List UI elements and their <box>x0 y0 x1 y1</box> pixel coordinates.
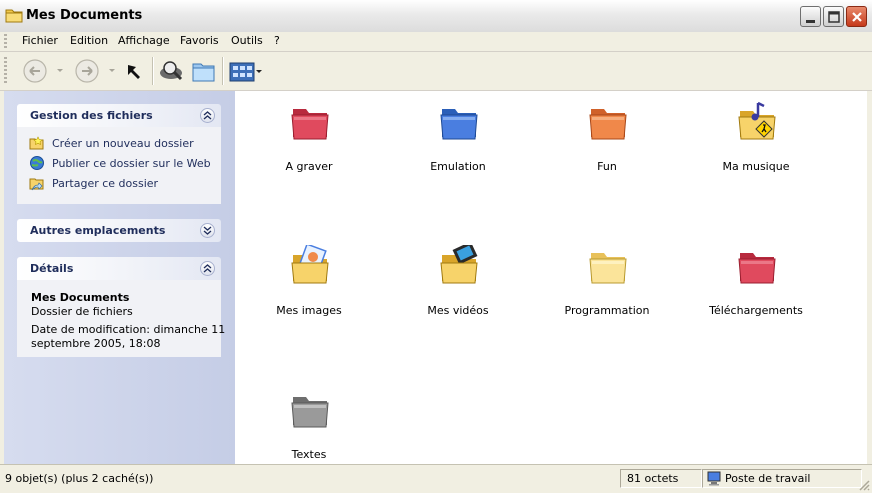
folder-ma-musique[interactable]: Ma musique <box>686 101 826 181</box>
back-icon[interactable] <box>22 57 68 85</box>
menu-affichage[interactable]: Affichage <box>118 34 170 47</box>
folder-label: Ma musique <box>722 160 790 173</box>
views-icon[interactable] <box>228 57 264 85</box>
menu-edition[interactable]: Edition <box>70 34 108 47</box>
menu-grip[interactable] <box>4 34 7 49</box>
folder-emulation[interactable]: Emulation <box>388 101 528 181</box>
task-pane: Gestion des fichiers Créer un nouveau do… <box>4 91 235 464</box>
status-location: Poste de travail <box>725 472 811 485</box>
folder-label: Mes vidéos <box>427 304 489 317</box>
minimize-icon <box>806 20 815 23</box>
chevron-up-icon <box>203 111 212 120</box>
folder-telechargements[interactable]: Téléchargements <box>686 245 826 325</box>
file-tasks-panel: Gestion des fichiers Créer un nouveau do… <box>17 104 221 204</box>
minimize-button[interactable] <box>800 6 821 27</box>
folder-red-icon <box>291 109 329 140</box>
toolbar-grip[interactable] <box>4 57 7 85</box>
maximize-icon <box>828 11 840 23</box>
folder-textes[interactable]: Textes <box>239 389 379 469</box>
forward-icon[interactable] <box>74 57 120 85</box>
menu-favoris[interactable]: Favoris <box>180 34 219 47</box>
menu-fichier[interactable]: Fichier <box>22 34 58 47</box>
folder-label: Emulation <box>430 160 486 173</box>
window-title: Mes Documents <box>26 8 143 23</box>
status-size-cell: 81 octets <box>620 469 702 488</box>
create-folder-label: Créer un nouveau dossier <box>52 137 194 150</box>
details-modified: Date de modification: dimanche 11 <box>31 323 226 336</box>
status-location-cell: Poste de travail <box>702 469 862 488</box>
folder-mes-videos[interactable]: Mes vidéos <box>388 245 528 325</box>
folder-red-icon <box>738 253 776 284</box>
details-name: Mes Documents <box>31 291 130 304</box>
folder-blue-icon <box>440 109 478 140</box>
folder-programmation[interactable]: Programmation <box>537 245 677 325</box>
folders-icon[interactable] <box>190 57 218 85</box>
music-folder-icon <box>738 101 776 140</box>
other-places-panel: Autres emplacements <box>17 219 221 242</box>
file-tasks-header[interactable]: Gestion des fichiers <box>17 104 221 127</box>
details-modified-date: septembre 2005, 18:08 <box>31 337 161 350</box>
folder-a-graver[interactable]: A graver <box>239 101 379 181</box>
chevron-up-icon <box>203 264 212 273</box>
menu-outils[interactable]: Outils <box>231 34 263 47</box>
folder-view[interactable]: A graver Emulation Fun Ma musique Mes im… <box>235 91 867 464</box>
folder-label: Programmation <box>564 304 650 317</box>
resize-grip-icon[interactable] <box>858 479 870 491</box>
folder-orange-icon <box>589 109 627 140</box>
maximize-button[interactable] <box>823 6 844 27</box>
folder-mes-images[interactable]: Mes images <box>239 245 379 325</box>
folder-label: Textes <box>291 448 327 461</box>
chevron-down-icon <box>203 226 212 235</box>
explorer-window: Mes Documents Fichier Edition Affichage … <box>0 0 872 493</box>
details-type: Dossier de fichiers <box>31 305 133 318</box>
search-icon[interactable] <box>158 57 186 85</box>
toolbar-separator <box>222 57 224 85</box>
close-button[interactable] <box>846 6 867 27</box>
details-panel: Détails Mes Documents Dossier de fichier… <box>17 257 225 357</box>
web-publish-icon <box>30 156 44 170</box>
status-bar: 9 objet(s) (plus 2 caché(s)) 81 octets P… <box>0 464 872 493</box>
window-border <box>867 91 872 464</box>
status-object-count: 9 objet(s) (plus 2 caché(s)) <box>5 472 154 485</box>
folder-fun[interactable]: Fun <box>537 101 677 181</box>
other-places-title: Autres emplacements <box>30 224 166 237</box>
up-arrow-icon[interactable] <box>124 57 146 85</box>
other-places-header[interactable]: Autres emplacements <box>17 219 221 242</box>
menu-help[interactable]: ? <box>274 34 280 47</box>
collapse-chevron-icon[interactable] <box>200 108 215 123</box>
file-tasks-body: Créer un nouveau dossier Publier ce doss… <box>17 127 221 204</box>
close-icon <box>852 12 862 22</box>
status-size: 81 octets <box>627 472 679 485</box>
pictures-folder-icon <box>291 245 329 284</box>
collapse-chevron-icon[interactable] <box>200 261 215 276</box>
my-computer-icon <box>707 471 721 486</box>
folder-label: A graver <box>285 160 333 173</box>
publish-web-label: Publier ce dossier sur le Web <box>52 157 211 170</box>
expand-chevron-icon[interactable] <box>200 223 215 238</box>
folder-gray-icon <box>291 397 329 428</box>
new-folder-icon <box>29 136 44 150</box>
folder-label: Fun <box>597 160 617 173</box>
folder-label: Téléchargements <box>709 304 803 317</box>
folder-yellow-icon <box>589 253 627 284</box>
folder-label: Mes images <box>276 304 342 317</box>
details-title: Détails <box>30 262 74 275</box>
menu-bar: Fichier Edition Affichage Favoris Outils… <box>0 32 872 52</box>
file-tasks-title: Gestion des fichiers <box>30 109 153 122</box>
share-folder-label: Partager ce dossier <box>52 177 159 190</box>
share-folder-icon <box>29 178 44 191</box>
toolbar-separator <box>152 57 154 85</box>
folder-icon <box>5 9 23 23</box>
toolbar <box>0 52 872 91</box>
details-header[interactable]: Détails <box>17 257 221 280</box>
title-bar[interactable]: Mes Documents <box>0 0 872 33</box>
videos-folder-icon <box>440 245 478 284</box>
details-body: Mes Documents Dossier de fichiers Date d… <box>17 280 225 357</box>
